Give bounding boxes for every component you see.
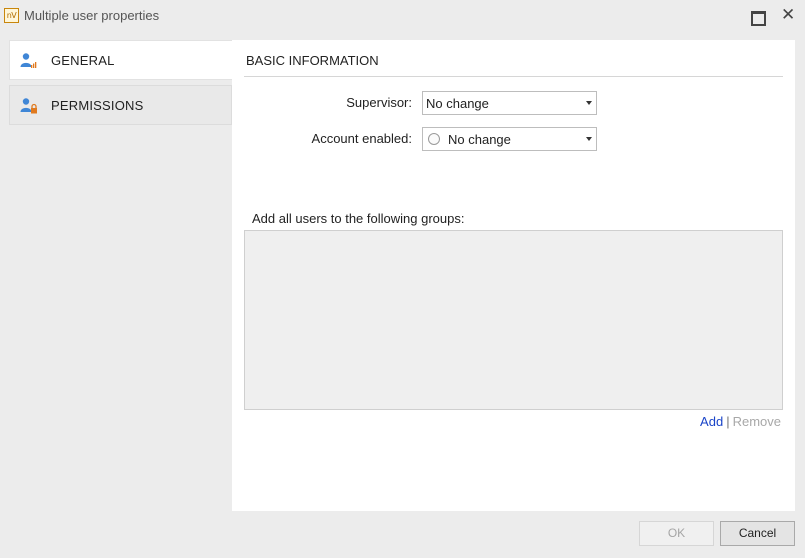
link-separator: | xyxy=(726,414,730,429)
account-enabled-select[interactable]: No change xyxy=(422,127,597,151)
remove-group-link[interactable]: Remove xyxy=(733,414,781,429)
add-group-link[interactable]: Add xyxy=(700,414,723,429)
group-actions: Add | Remove xyxy=(700,414,781,429)
supervisor-label: Supervisor: xyxy=(346,95,412,110)
sidebar-nav: GENERAL PERMISSIONS xyxy=(9,40,232,126)
cancel-button[interactable]: Cancel xyxy=(720,521,795,546)
account-enabled-value: No change xyxy=(448,132,511,147)
supervisor-select[interactable]: No change xyxy=(422,91,597,115)
sidebar-item-label: PERMISSIONS xyxy=(51,98,144,113)
maximize-icon[interactable] xyxy=(750,9,766,26)
ok-button[interactable]: OK xyxy=(639,521,714,546)
sidebar-item-label: GENERAL xyxy=(51,53,115,68)
user-signal-icon xyxy=(20,53,37,68)
supervisor-value: No change xyxy=(426,96,489,111)
chevron-down-icon xyxy=(586,137,592,141)
main-panel: BASIC INFORMATION Supervisor: No change … xyxy=(232,40,795,511)
section-divider xyxy=(244,76,783,77)
section-title: BASIC INFORMATION xyxy=(246,53,379,68)
groups-list[interactable] xyxy=(244,230,783,410)
title-bar: nV Multiple user properties ✕ xyxy=(0,0,805,32)
radio-icon xyxy=(428,133,440,145)
app-logo-icon: nV xyxy=(4,8,19,23)
sidebar-item-general[interactable]: GENERAL xyxy=(9,40,232,80)
account-enabled-label: Account enabled: xyxy=(311,131,412,146)
sidebar-item-permissions[interactable]: PERMISSIONS xyxy=(9,85,232,125)
chevron-down-icon xyxy=(586,101,592,105)
window-title: Multiple user properties xyxy=(24,8,160,23)
close-icon[interactable]: ✕ xyxy=(781,7,795,24)
groups-label: Add all users to the following groups: xyxy=(252,211,465,226)
user-lock-icon xyxy=(20,98,37,114)
